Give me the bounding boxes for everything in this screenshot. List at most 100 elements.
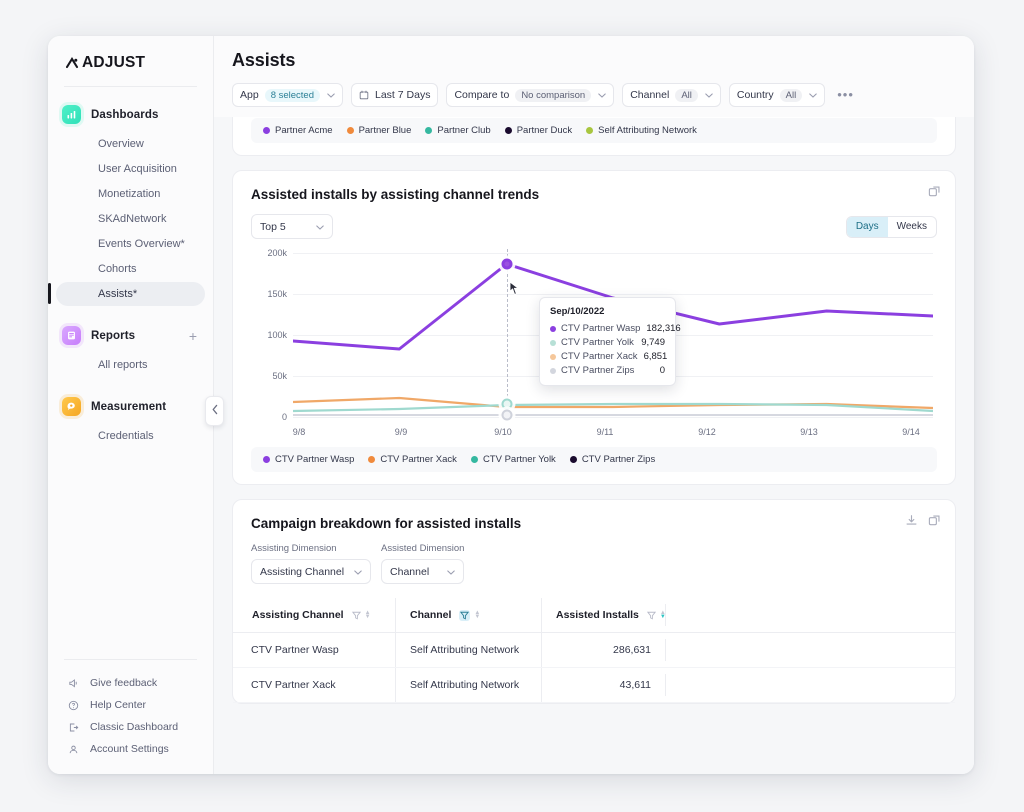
legend-item[interactable]: CTV Partner Zips [570,454,655,465]
legend-label: CTV Partner Yolk [483,454,556,465]
legend-item[interactable]: Self Attributing Network [586,125,697,136]
granularity-days[interactable]: Days [847,217,888,237]
data-point-wasp[interactable] [501,259,512,270]
filter-icon[interactable] [459,610,470,621]
legend-color-dot [263,127,270,134]
table-header-channel[interactable]: Channel ▲▼ [395,598,541,632]
tooltip-series-name: CTV Partner Xack [561,351,638,362]
legend-item[interactable]: Partner Club [425,125,490,136]
dashboard-scroll-area[interactable]: CTV Partner Zips 0 100k [214,117,974,774]
filter-country[interactable]: Country All [729,83,825,107]
sidebar-item-give-feedback[interactable]: Give feedback [48,672,213,694]
data-point-zips[interactable] [501,410,512,421]
sidebar-group-reports[interactable]: Reports + [48,320,213,351]
table-row[interactable]: CTV Partner Wasp Self Attributing Networ… [233,633,955,668]
table-header-assisting-channel[interactable]: Assisting Channel ▲▼ [233,598,395,632]
filter-country-value: All [780,89,803,102]
sidebar-item-classic-dashboard[interactable]: Classic Dashboard [48,716,213,738]
assisted-dimension-select[interactable]: Channel [381,559,464,584]
cell-spacer [665,674,955,696]
sidebar-group-dashboards[interactable]: Dashboards [48,99,213,130]
granularity-toggle: Days Weeks [846,216,937,238]
sidebar-item-help-center[interactable]: Help Center [48,694,213,716]
tooltip-row: CTV Partner Yolk 9,749 [550,337,665,348]
sidebar-item-cohorts[interactable]: Cohorts [56,257,205,281]
sidebar-footer: Give feedback Help Center Classic Dashbo… [48,659,213,774]
data-point-yolk[interactable] [501,399,512,410]
column-label: Channel [410,609,451,621]
sidebar-footer-label: Account Settings [90,743,169,755]
y-tick: 0 [251,412,287,422]
legend-item[interactable]: CTV Partner Xack [368,454,457,465]
filter-icon[interactable] [352,611,361,620]
expand-icon[interactable] [928,514,941,527]
legend-label: Partner Club [437,125,490,136]
tooltip-row: CTV Partner Wasp 182,316 [550,323,665,334]
filter-compare-to[interactable]: Compare to No comparison [446,83,614,107]
expand-icon[interactable] [928,185,941,198]
filter-app-label: App [240,89,259,101]
sidebar-item-overview[interactable]: Overview [56,132,205,156]
filter-app-value: 8 selected [265,89,320,102]
more-filters-button[interactable]: ••• [833,89,858,101]
tooltip-row: CTV Partner Zips 0 [550,365,665,376]
x-tick: 9/12 [698,427,716,437]
sidebar-item-account-settings[interactable]: Account Settings [48,738,213,760]
sidebar-item-user-acquisition[interactable]: User Acquisition [56,157,205,181]
table-header-spacer [665,604,955,626]
card-title: Campaign breakdown for assisted installs [233,500,955,531]
legend-item[interactable]: CTV Partner Wasp [263,454,354,465]
add-report-button[interactable]: + [187,331,199,341]
cell-spacer [665,639,955,661]
sidebar-item-events-overview[interactable]: Events Overview* [56,232,205,256]
filter-date-range[interactable]: Last 7 Days [351,83,438,107]
chevron-down-icon [354,567,362,577]
table-header-assisted-installs[interactable]: Assisted Installs ▲▼ [541,598,665,632]
sidebar-item-credentials[interactable]: Credentials [56,424,205,448]
table-row[interactable]: CTV Partner Xack Self Attributing Networ… [233,668,955,703]
line-chart[interactable]: 0 50k 100k 150k 200k [251,249,937,439]
page-title: Assists [232,50,956,71]
sidebar-group-label: Dashboards [91,109,158,121]
sidebar-item-monetization[interactable]: Monetization [56,182,205,206]
filter-app[interactable]: App 8 selected [232,83,343,107]
legend-item[interactable]: Partner Duck [505,125,572,136]
line-chart-legend: CTV Partner Wasp CTV Partner Xack CTV Pa… [251,447,937,472]
tooltip-series-name: CTV Partner Zips [561,365,654,376]
legend-item[interactable]: Partner Acme [263,125,333,136]
breakdown-table: Assisting Channel ▲▼ Chan [233,598,955,703]
sidebar: ADJUST Dashboards Overview User Acquisit… [48,36,214,774]
sidebar-item-skadnetwork[interactable]: SKAdNetwork [56,207,205,231]
assisting-dimension-select[interactable]: Assisting Channel [251,559,371,584]
legend-label: Partner Duck [517,125,572,136]
collapse-sidebar-button[interactable] [205,396,224,426]
tooltip-color-dot [550,326,556,332]
legend-color-dot [505,127,512,134]
sidebar-group-measurement[interactable]: Measurement [48,391,213,422]
top-n-select[interactable]: Top 5 [251,214,333,239]
topbar: Assists App 8 selected Last 7 Days [214,36,974,117]
brand-logo[interactable]: ADJUST [48,36,213,86]
help-circle-icon [66,700,80,711]
download-icon[interactable] [905,514,918,527]
tooltip-row: CTV Partner Xack 6,851 [550,351,665,362]
megaphone-icon [66,678,80,689]
sidebar-footer-label: Classic Dashboard [90,721,178,733]
tooltip-series-value: 0 [660,365,665,376]
x-tick: 9/14 [902,427,920,437]
legend-item[interactable]: CTV Partner Yolk [471,454,556,465]
filter-icon[interactable] [647,611,656,620]
legend-label: CTV Partner Xack [380,454,457,465]
tooltip-series-value: 6,851 [644,351,668,362]
assisting-dimension-label: Assisting Dimension [251,543,371,554]
assisting-dimension-value: Assisting Channel [260,566,344,578]
y-tick: 150k [251,289,287,299]
tooltip-series-value: 182,316 [646,323,680,334]
legend-item[interactable]: Partner Blue [347,125,412,136]
sidebar-item-assists[interactable]: Assists* [56,282,205,306]
granularity-weeks[interactable]: Weeks [888,217,936,237]
sidebar-item-all-reports[interactable]: All reports [56,353,205,377]
filter-channel[interactable]: Channel All [622,83,721,107]
sort-icon[interactable]: ▲▼ [365,611,371,619]
sort-icon[interactable]: ▲▼ [474,611,480,619]
